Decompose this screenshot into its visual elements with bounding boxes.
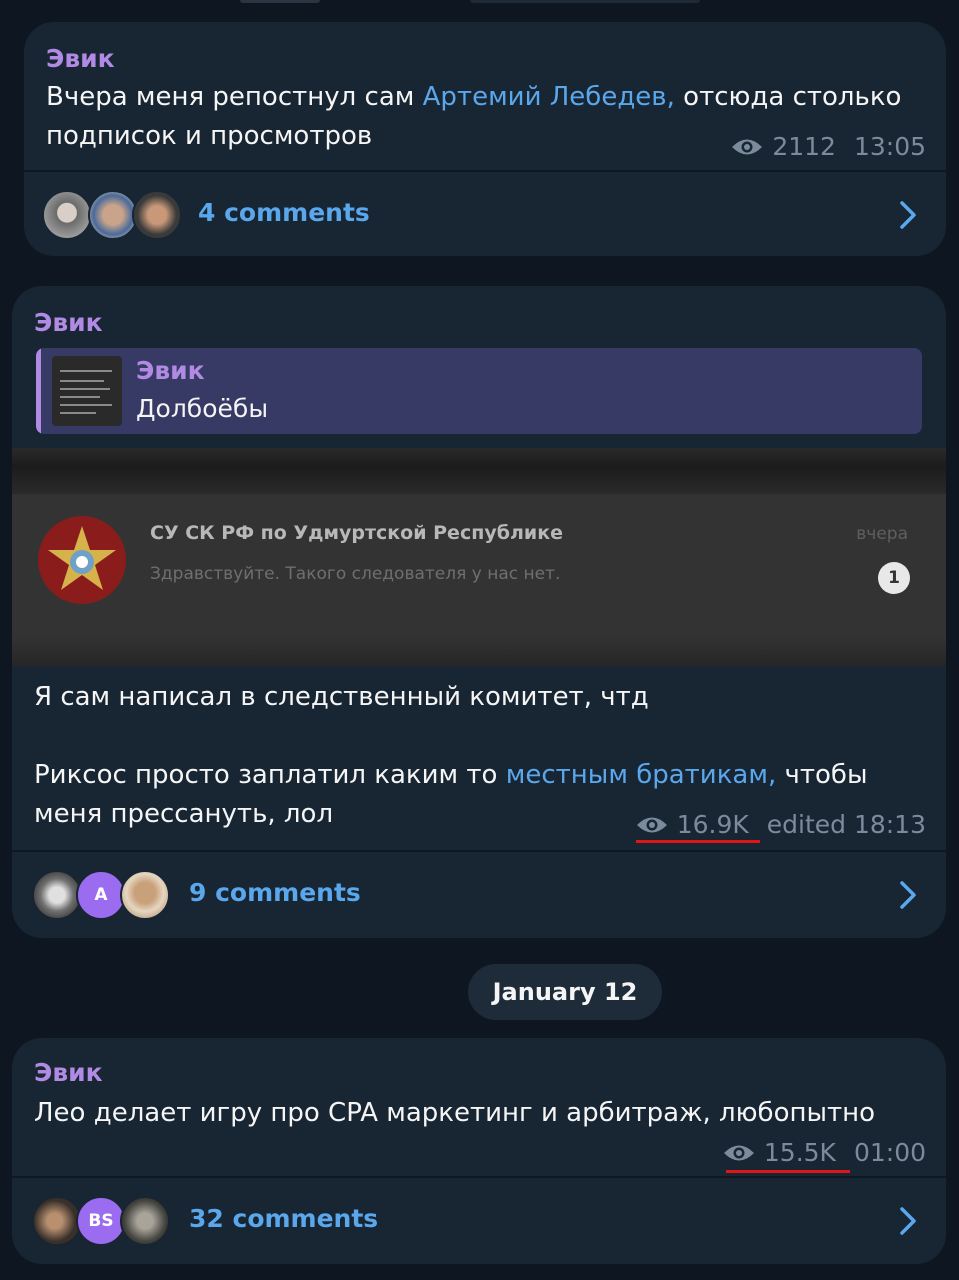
image-blur [12,448,946,494]
channel-post: Эвик Эвик Долбоёбы СУ СК РФ по Удмуртско… [12,286,946,938]
view-count: 16.9K [676,810,749,839]
previous-message-edge [240,0,700,4]
comments-count[interactable]: 32 comments [189,1204,378,1233]
post-time: edited 18:13 [766,810,926,839]
quote-text: Долбоёбы [136,394,269,423]
quote-bar [36,348,41,434]
channel-post: Эвик Вчера меня репостнул сам Артемий Ле… [24,22,946,256]
divider [24,170,946,172]
post-meta: 15.5K 01:00 [722,1138,926,1167]
eye-icon [723,1145,754,1160]
comments-button[interactable]: A 9 comments [12,854,946,936]
date-separator: January 12 [468,964,662,1020]
divider [12,850,946,852]
avatar [120,1196,170,1246]
post-text: Лео делает игру про CPA маркетинг и арби… [34,1098,876,1128]
message-sender: СУ СК РФ по Удмуртской Республике [150,522,563,544]
red-underline-annotation [636,840,760,843]
view-count: 2112 [772,132,836,161]
quote-author: Эвик [136,356,205,385]
avatar-letter: A [76,870,126,920]
avatar-letter: BS [76,1196,126,1246]
post-text-part: Риксос просто заплатил каким то [34,760,506,790]
divider [12,1176,946,1178]
avatar [132,190,182,240]
avatar [42,190,92,240]
post-meta: 16.9K edited 18:13 [635,810,926,839]
post-text-line: Я сам написал в следственный комитет, чт… [34,682,649,712]
chevron-right-icon[interactable] [898,1206,918,1236]
avatar [88,190,138,240]
post-meta: 2112 13:05 [730,132,926,161]
post-link[interactable]: местным братикам, [506,760,777,790]
chevron-right-icon[interactable] [898,880,918,910]
comments-button[interactable]: BS 32 comments [12,1180,946,1262]
avatar [120,870,170,920]
post-image[interactable]: СУ СК РФ по Удмуртской Республике Здравс… [12,448,946,666]
image-blur [12,636,946,666]
avatar [32,1196,82,1246]
post-link[interactable]: Артемий Лебедев, [423,82,675,112]
post-author[interactable]: Эвик [34,1058,103,1087]
post-text-part: Вчера меня репостнул сам [46,82,423,112]
eye-icon [636,817,667,832]
chevron-right-icon[interactable] [898,200,918,230]
investigative-committee-emblem [38,516,126,604]
unread-badge: 1 [878,562,910,594]
post-time: 13:05 [853,132,926,161]
forwarded-reply-quote[interactable]: Эвик Долбоёбы [36,348,922,434]
quote-thumbnail [52,356,122,426]
emblem-icon [40,518,124,602]
comments-button[interactable]: 4 comments [24,174,946,256]
avatar [32,870,82,920]
post-author[interactable]: Эвик [46,44,115,73]
view-count: 15.5K [763,1138,836,1167]
post-time: 01:00 [853,1138,926,1167]
comments-count[interactable]: 9 comments [189,878,361,907]
eye-icon [732,139,763,154]
message-date: вчера [856,524,908,544]
post-author[interactable]: Эвик [34,308,103,337]
comments-count[interactable]: 4 comments [198,198,370,227]
red-underline-annotation [726,1170,850,1173]
channel-post: Эвик Лео делает игру про CPA маркетинг и… [12,1038,946,1264]
message-preview: Здравствуйте. Такого следователя у нас н… [150,564,561,584]
